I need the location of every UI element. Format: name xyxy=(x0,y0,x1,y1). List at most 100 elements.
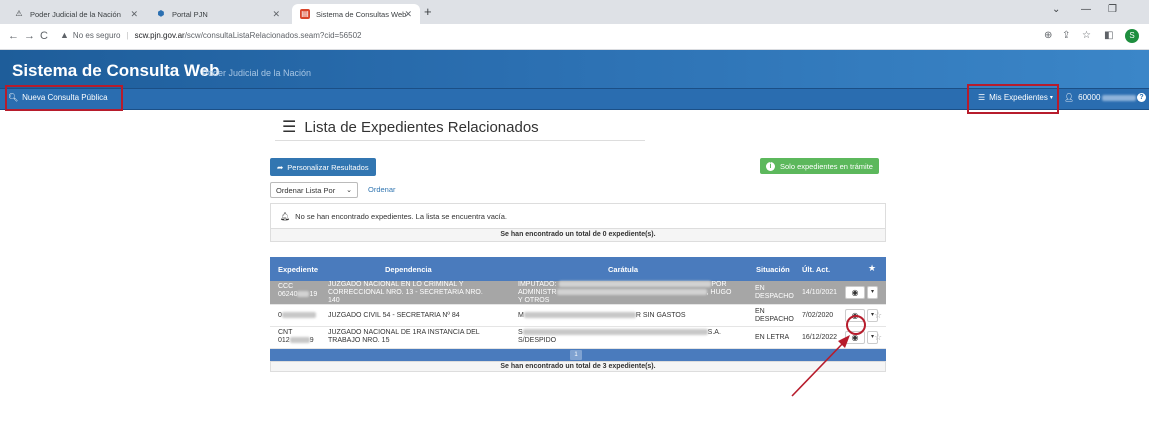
dependencia-line: JUZGADO NACIONAL EN LO CRIMINAL Y xyxy=(328,281,464,288)
solo-tramite-label: Solo expedientes en trámite xyxy=(780,161,873,171)
dependencia-line: TRABAJO NRO. 15 xyxy=(328,337,390,344)
bookmark-star-icon[interactable]: ☆ xyxy=(1082,30,1091,41)
tab-poder-judicial[interactable]: ⚠ Poder Judicial de la Nación ✕ xyxy=(6,4,146,24)
caratula-text: S.A. xyxy=(707,329,721,336)
page-title: ☰ Lista de Expedientes Relacionados xyxy=(282,117,539,137)
warning-icon: ⚠ xyxy=(15,9,23,18)
back-icon[interactable]: ← xyxy=(8,30,19,42)
site-header: Sistema de Consulta Web Poder Judicial d… xyxy=(0,50,1149,88)
star-icon[interactable]: ☆ xyxy=(874,310,882,321)
expediente-number: 06240 xyxy=(278,291,298,298)
bell-icon: 🔔︎ xyxy=(280,211,291,221)
situacion: DESPACHO xyxy=(755,293,794,300)
site-subtitle: Poder Judicial de la Nación xyxy=(202,68,312,78)
caratula-text: M xyxy=(518,312,524,319)
redacted-text xyxy=(556,289,707,296)
annotation-box-nueva-consulta xyxy=(5,85,123,111)
situacion: EN xyxy=(755,285,765,292)
table-row[interactable]: CCC 06240 19 JUZGADO NACIONAL EN LO CRIMI… xyxy=(270,281,886,305)
redacted-text xyxy=(559,281,712,288)
security-label: No es seguro xyxy=(72,30,121,40)
dependencia-line: CORRECCIONAL NRO. 13 - SECRETARIA NRO. xyxy=(328,289,483,296)
restore-icon[interactable]: ❐ xyxy=(1108,4,1117,15)
redacted-text xyxy=(297,291,310,298)
close-icon[interactable]: ✕ xyxy=(404,9,412,20)
tab-label: Poder Judicial de la Nación xyxy=(30,9,121,19)
user-menu-button[interactable]: 👤︎ 60000 xyxy=(1064,93,1137,102)
forward-icon[interactable]: → xyxy=(24,30,35,42)
dependencia-line: JUZGADO NACIONAL DE 1RA INSTANCIA DEL xyxy=(328,329,480,336)
help-button[interactable]: ? xyxy=(1137,93,1146,102)
info-icon: i xyxy=(766,161,775,171)
expediente-year: 9 xyxy=(309,337,314,344)
caratula-text: Y OTROS xyxy=(518,297,550,304)
profile-avatar[interactable]: S xyxy=(1125,29,1139,43)
address-bar: ← → C ▲ No es seguro | scw.pjn.gov.ar /s… xyxy=(0,24,1149,50)
situacion: EN xyxy=(755,308,765,315)
order-select[interactable]: Ordenar Lista Por ⌄ xyxy=(270,182,358,198)
caratula-text: S xyxy=(518,329,523,336)
eye-icon[interactable]: ◉ xyxy=(845,286,865,299)
pjn-favicon-icon: ⬢ xyxy=(157,9,165,18)
tab-portal-pjn[interactable]: ⬢ Portal PJN ✕ xyxy=(148,4,288,24)
redacted-text xyxy=(523,312,636,319)
zoom-icon[interactable]: ⊕ xyxy=(1044,30,1052,41)
user-id: 60000 xyxy=(1078,93,1101,102)
title-divider xyxy=(275,140,645,141)
star-pin-icon: ★ xyxy=(868,263,877,273)
caratula-text: , HUGO xyxy=(706,289,732,296)
tab-sistema-consultas[interactable]: ▤ Sistema de Consultas Web ✕ xyxy=(292,4,420,24)
order-select-value: Ordenar Lista Por xyxy=(276,185,336,195)
minimize-icon[interactable]: — xyxy=(1081,4,1091,15)
caratula-text: R SIN GASTOS xyxy=(635,312,686,319)
redacted-text xyxy=(281,312,316,319)
page-button[interactable]: 1 xyxy=(570,350,582,360)
hamburger-icon: ☰ xyxy=(282,119,297,136)
ultima-actualizacion: 7/02/2020 xyxy=(802,312,834,319)
ordenar-link[interactable]: Ordenar xyxy=(368,185,396,194)
scw-favicon-icon: ▤ xyxy=(300,9,310,19)
header-caratula[interactable]: Carátula xyxy=(608,265,638,274)
tab-label: Portal PJN xyxy=(172,9,208,19)
header-dependencia[interactable]: Dependencia xyxy=(385,265,432,274)
redacted-user-id xyxy=(1102,94,1137,101)
table-header: Expediente Dependencia Carátula Situació… xyxy=(270,257,886,281)
sidepanel-icon[interactable]: ◧ xyxy=(1104,30,1113,41)
expediente-code: CCC xyxy=(278,283,294,290)
chevron-down-icon[interactable]: ⌄ xyxy=(1052,4,1060,15)
annotation-arrow xyxy=(791,335,850,397)
caratula-text: POR xyxy=(711,281,727,288)
star-icon[interactable]: ☆ xyxy=(874,332,882,343)
ultima-actualizacion: 14/10/2021 xyxy=(802,289,838,296)
dependencia-line: 140 xyxy=(328,297,340,304)
header-ult-act[interactable]: Últ. Act. xyxy=(802,265,830,274)
expediente-code: CNT xyxy=(278,329,293,336)
url-host: scw.pjn.gov.ar xyxy=(134,30,185,40)
share-arrow-icon: ➦ xyxy=(277,162,284,172)
header-situacion[interactable]: Situación xyxy=(756,265,790,274)
empty-alert: 🔔︎ No se han encontrado expedientes. La … xyxy=(270,203,886,229)
caret-down-icon[interactable]: ▾ xyxy=(867,286,878,299)
user-icon: 👤︎ xyxy=(1064,93,1075,102)
close-icon[interactable]: ✕ xyxy=(130,9,138,20)
redacted-text xyxy=(522,329,708,336)
url-field[interactable]: ▲ No es seguro | scw.pjn.gov.ar /scw/con… xyxy=(60,30,361,40)
caratula-text: IMPUTADO: xyxy=(518,281,557,288)
expediente-year: 19 xyxy=(309,291,318,298)
chevron-down-icon: ⌄ xyxy=(346,187,352,194)
close-icon[interactable]: ✕ xyxy=(272,9,280,20)
redacted-text xyxy=(289,337,310,344)
reload-icon[interactable]: C xyxy=(40,30,48,42)
share-icon[interactable]: ⇪ xyxy=(1062,30,1070,41)
new-tab-icon[interactable]: + xyxy=(424,4,432,19)
dependencia-line: JUZGADO CIVIL 54 - SECRETARIA Nº 84 xyxy=(328,312,460,319)
caratula-text: ADMINISTR xyxy=(518,289,557,296)
site-title: Sistema de Consulta Web xyxy=(12,61,220,80)
browser-tab-strip: ⚠ Poder Judicial de la Nación ✕ ⬢ Portal… xyxy=(0,0,1149,24)
tab-label: Sistema de Consultas Web xyxy=(316,9,407,19)
page-title-text: Lista de Expedientes Relacionados xyxy=(304,118,539,136)
solo-tramite-button[interactable]: i Solo expedientes en trámite xyxy=(760,158,879,174)
personalizar-resultados-button[interactable]: ➦ Personalizar Resultados xyxy=(270,158,376,176)
header-expediente[interactable]: Expediente xyxy=(278,265,318,274)
annotation-box-mis-expedientes xyxy=(967,84,1059,114)
